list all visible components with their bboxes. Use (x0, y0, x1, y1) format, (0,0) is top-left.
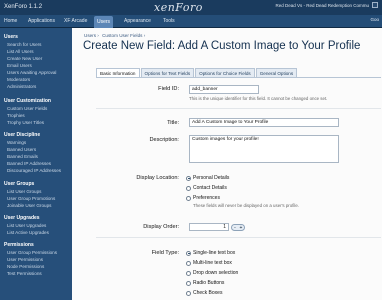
field-id-hint: This is the unique identifier for this f… (189, 96, 328, 101)
app-brand: XenForo 1.1.2 (4, 4, 43, 10)
divider (96, 108, 381, 109)
page-title: Create New Field: Add A Custom Image to … (83, 40, 361, 52)
nav-right-text[interactable]: Goo (370, 17, 379, 22)
type-option-drop-down[interactable]: Drop down selection (186, 270, 238, 276)
sidebar-item-search-users[interactable]: Search for Users (7, 42, 41, 47)
sidebar-item-awaiting-approval[interactable]: Users Awaiting Approval (7, 70, 56, 75)
sidebar-item-discouraged-ips[interactable]: Discouraged IP Addresses (7, 168, 61, 173)
type-option-single-line[interactable]: Single-line text box (186, 250, 235, 256)
breadcrumb-custom-fields[interactable]: Custom User Fields › (102, 33, 145, 38)
type-radio-label: Radio Buttons (193, 280, 225, 286)
display-order-input[interactable]: 1 (189, 223, 229, 231)
top-right: Red Dead Vs - Red Dead Redemption Commu (275, 2, 378, 8)
sidebar-item-active-upgrades[interactable]: List Active Upgrades (7, 230, 49, 235)
radio-icon[interactable] (186, 290, 191, 296)
sidebar-item-group-promotions[interactable]: User Group Promotions (7, 196, 55, 201)
sidebar-item-warnings[interactable]: Warnings (7, 140, 26, 145)
sidebar-item-trophies[interactable]: Trophies (7, 113, 25, 118)
top-bar: XenForo 1.1.2 xenForo Red Dead Vs - Red … (0, 0, 382, 15)
main-content: Users › Custom User Fields › Create New … (72, 28, 382, 300)
description-textarea[interactable]: Custom images for your profile! (189, 135, 339, 163)
type-single-line-label: Single-line text box (193, 250, 236, 256)
tab-home[interactable]: Home (4, 17, 17, 26)
radio-icon[interactable] (186, 280, 191, 286)
tab-general-options[interactable]: General Options (255, 68, 298, 77)
radio-icon[interactable] (186, 195, 191, 201)
stepper-buttons: - + (231, 223, 245, 231)
sidebar-item-node-permissions[interactable]: Node Permissions (7, 264, 44, 269)
tab-text-field-options[interactable]: Options for Text Fields (140, 68, 195, 77)
divider (96, 237, 381, 238)
form-tabs: Basic Information Options for Text Field… (96, 68, 298, 77)
tab-applications[interactable]: Applications (28, 17, 55, 26)
tab-underline (96, 77, 381, 78)
location-preferences-label: Preferences (193, 195, 220, 201)
sidebar-item-list-users[interactable]: List All Users (7, 49, 34, 54)
forum-home-link[interactable]: Red Dead Vs - Red Dead Redemption Commu (275, 3, 369, 8)
sidebar-item-custom-fields[interactable]: Custom User Fields (7, 106, 47, 111)
tab-tools[interactable]: Tools (163, 17, 175, 26)
type-drop-down-label: Drop down selection (193, 270, 239, 276)
radio-icon[interactable] (186, 185, 191, 191)
sidebar-heading-groups[interactable]: User Groups (4, 181, 34, 187)
type-option-multi-line[interactable]: Multi-line text box (186, 260, 232, 266)
sidebar-heading-upgrades[interactable]: User Upgrades (4, 215, 40, 221)
location-option-personal[interactable]: Personal Details (186, 175, 229, 181)
logo: xenForo (154, 1, 203, 14)
type-option-checkboxes[interactable]: Check Boxes (186, 290, 222, 296)
description-label: Description: (149, 137, 179, 143)
field-type-label: Field Type: (151, 250, 179, 256)
sidebar-item-user-permissions[interactable]: User Permissions (7, 257, 43, 262)
sidebar-item-group-permissions[interactable]: User Group Permissions (7, 250, 57, 255)
location-option-preferences[interactable]: Preferences (186, 195, 220, 201)
breadcrumb: Users › Custom User Fields › (84, 33, 147, 38)
tab-basic-information[interactable]: Basic Information (96, 68, 140, 77)
sidebar-item-administrators[interactable]: Administrators (7, 84, 36, 89)
sidebar-heading-users[interactable]: Users (4, 34, 18, 40)
type-multi-line-label: Multi-line text box (193, 260, 232, 266)
radio-icon[interactable] (186, 260, 191, 266)
sidebar-item-moderators[interactable]: Moderators (7, 77, 30, 82)
title-input[interactable]: Add A Custom Image to Your Profile (189, 118, 339, 127)
sidebar-item-email-users[interactable]: Email Users (7, 63, 32, 68)
sidebar-item-trophy-titles[interactable]: Trophy User Titles (7, 120, 44, 125)
sidebar-item-list-groups[interactable]: List User Groups (7, 189, 41, 194)
field-id-input[interactable]: add_banner (189, 85, 259, 94)
sidebar-item-create-user[interactable]: Create New User (7, 56, 42, 61)
sidebar-heading-discipline[interactable]: User Discipline (4, 132, 40, 138)
radio-icon[interactable] (186, 270, 191, 276)
sidebar-heading-permissions[interactable]: Permissions (4, 242, 34, 248)
location-personal-label: Personal Details (193, 175, 230, 181)
sidebar-item-banned-users[interactable]: Banned Users (7, 147, 36, 152)
tab-xf-arcade[interactable]: XF Arcade (64, 17, 87, 26)
user-avatar-icon[interactable] (372, 2, 378, 8)
location-contact-label: Contact Details (193, 185, 227, 191)
type-option-radio[interactable]: Radio Buttons (186, 280, 224, 286)
tab-appearance[interactable]: Appearance (124, 17, 151, 26)
radio-selected-icon[interactable] (186, 250, 191, 256)
sidebar-item-list-upgrades[interactable]: List User Upgrades (7, 223, 46, 228)
sidebar-item-banned-emails[interactable]: Banned Emails (7, 154, 38, 159)
main-nav: Home Applications XF Arcade Users Appear… (0, 15, 382, 28)
preferences-hint: These fields will never be displayed on … (193, 203, 300, 208)
field-id-label: Field ID: (158, 86, 179, 92)
display-location-label: Display Location: (136, 175, 179, 181)
sidebar-item-banned-ips[interactable]: Banned IP Addresses (7, 161, 51, 166)
sidebar-item-test-permissions[interactable]: Test Permissions (7, 271, 42, 276)
title-label: Title: (167, 120, 179, 126)
sidebar-item-joinable-groups[interactable]: Joinable User Groups (7, 203, 51, 208)
sidebar-heading-customization[interactable]: User Customization (4, 98, 51, 104)
tab-users[interactable]: Users (94, 16, 114, 28)
type-checkboxes-label: Check Boxes (193, 290, 223, 296)
breadcrumb-users[interactable]: Users › (84, 33, 99, 38)
display-order-stepper[interactable]: 1 - + (189, 223, 245, 231)
stepper-plus-button[interactable]: + (238, 225, 244, 230)
radio-selected-icon[interactable] (186, 175, 191, 181)
tab-choice-field-options[interactable]: Options for Choice Fields (195, 68, 255, 77)
sidebar: Users Search for Users List All Users Cr… (0, 28, 72, 300)
location-option-contact[interactable]: Contact Details (186, 185, 227, 191)
display-order-label: Display Order: (143, 224, 179, 230)
